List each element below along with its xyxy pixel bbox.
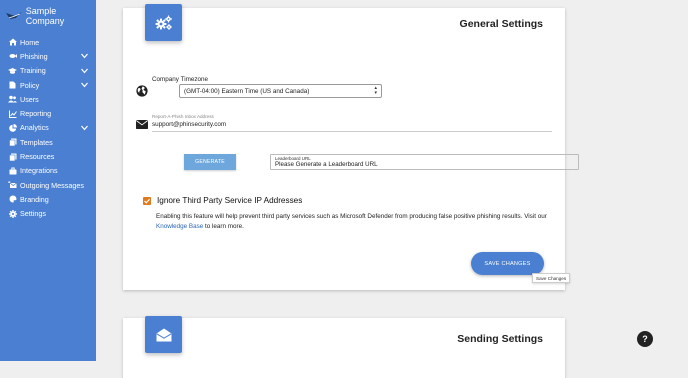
card-title: Sending Settings bbox=[457, 333, 543, 345]
generate-button[interactable]: GENERATE bbox=[184, 154, 236, 170]
knowledge-base-link[interactable]: Knowledge Base bbox=[156, 223, 203, 230]
sidebar-item-label: Reporting bbox=[20, 109, 52, 119]
sidebar-item-users[interactable]: Users bbox=[0, 92, 96, 106]
save-tooltip: Save Changes bbox=[532, 273, 571, 283]
gears-icon bbox=[155, 15, 172, 30]
sidebar-item-label: Users bbox=[20, 94, 39, 104]
save-changes-button[interactable]: SAVE CHANGES bbox=[471, 252, 544, 275]
sidebar: Sample Company Home Phishing Training Po… bbox=[0, 0, 96, 361]
bird-logo-icon bbox=[6, 12, 22, 19]
gear-icon bbox=[8, 209, 17, 218]
sidebar-item-label: Policy bbox=[20, 80, 40, 90]
sidebar-item-label: Branding bbox=[20, 194, 49, 204]
ignore-ip-checkbox[interactable] bbox=[143, 197, 151, 205]
chevron-down-icon bbox=[81, 82, 88, 88]
chart-line-icon bbox=[8, 109, 17, 118]
timezone-select[interactable]: (GMT-04:00) Eastern Time (US and Canada)… bbox=[179, 84, 382, 98]
timezone-value: (GMT-04:00) Eastern Time (US and Canada) bbox=[184, 87, 310, 95]
copy-icon bbox=[8, 152, 17, 161]
sidebar-item-label: Integrations bbox=[20, 166, 58, 176]
report-inbox-label: Report-A-Phish Inbox Address bbox=[152, 114, 214, 119]
chevron-down-icon bbox=[81, 68, 88, 74]
main-content: General Settings Company Timezone (GMT-0… bbox=[96, 0, 688, 378]
chevron-down-icon bbox=[81, 54, 88, 59]
fish-icon bbox=[8, 52, 17, 61]
sidebar-item-label: Settings bbox=[20, 209, 46, 219]
ignore-ip-description: Enabling this feature will help prevent … bbox=[156, 212, 556, 232]
chevron-down-icon bbox=[81, 125, 88, 131]
sidebar-item-label: Resources bbox=[20, 152, 55, 162]
sending-tile bbox=[145, 316, 182, 353]
company-name: Sample Company bbox=[25, 6, 65, 26]
palette-icon bbox=[8, 195, 17, 204]
brand[interactable]: Sample Company bbox=[6, 6, 96, 26]
envelope-icon bbox=[136, 120, 148, 129]
card-title: General Settings bbox=[459, 18, 543, 30]
select-arrows-icon: ▴ ▾ bbox=[374, 85, 377, 96]
sidebar-item-label: Home bbox=[20, 37, 40, 47]
sidebar-item-phishing[interactable]: Phishing bbox=[0, 49, 96, 63]
copy-icon bbox=[8, 138, 17, 147]
sidebar-item-outgoing-messages[interactable]: Outgoing Messages bbox=[0, 178, 96, 192]
file-icon bbox=[8, 81, 17, 90]
ignore-ip-label: Ignore Third Party Service IP Addresses bbox=[157, 196, 303, 205]
leaderboard-url-field[interactable]: Leaderboard URL Please Generate a Leader… bbox=[270, 154, 579, 170]
sidebar-item-templates[interactable]: Templates bbox=[0, 135, 96, 149]
home-icon bbox=[8, 38, 17, 47]
sidebar-nav: Home Phishing Training Policy Users Repo… bbox=[0, 35, 96, 221]
sidebar-item-branding[interactable]: Branding bbox=[0, 192, 96, 206]
sidebar-item-policy[interactable]: Policy bbox=[0, 78, 96, 92]
general-settings-card: General Settings Company Timezone (GMT-0… bbox=[123, 4, 579, 290]
report-inbox-value: support@phinsecurity.com bbox=[152, 121, 227, 128]
report-inbox-field[interactable]: support@phinsecurity.com bbox=[152, 120, 552, 132]
sending-settings-card: Sending Settings bbox=[123, 316, 565, 378]
sidebar-item-label: Analytics bbox=[20, 123, 49, 133]
sidebar-item-reporting[interactable]: Reporting bbox=[0, 106, 96, 120]
mail-bulk-icon bbox=[8, 181, 17, 190]
sidebar-item-settings[interactable]: Settings bbox=[0, 207, 96, 221]
envelope-open-icon bbox=[156, 328, 171, 341]
graduation-cap-icon bbox=[8, 66, 17, 75]
globe-icon bbox=[136, 85, 148, 97]
sidebar-item-integrations[interactable]: Integrations bbox=[0, 164, 96, 178]
users-icon bbox=[8, 95, 17, 104]
checkmark-icon bbox=[144, 198, 151, 204]
leaderboard-url-value: Please Generate a Leaderboard URL bbox=[275, 161, 378, 168]
sidebar-item-resources[interactable]: Resources bbox=[0, 149, 96, 163]
help-button[interactable]: ? bbox=[637, 331, 653, 347]
sidebar-item-training[interactable]: Training bbox=[0, 64, 96, 78]
sidebar-item-home[interactable]: Home bbox=[0, 35, 96, 49]
sidebar-item-analytics[interactable]: Analytics bbox=[0, 121, 96, 135]
sidebar-item-label: Phishing bbox=[20, 51, 48, 61]
briefcase-icon bbox=[8, 166, 17, 175]
description-text-end: to learn more. bbox=[203, 223, 244, 230]
sidebar-item-label: Outgoing Messages bbox=[20, 180, 84, 190]
pie-chart-icon bbox=[8, 123, 17, 132]
sidebar-item-label: Training bbox=[20, 66, 46, 76]
timezone-label: Company Timezone bbox=[152, 76, 208, 83]
settings-tile bbox=[145, 4, 182, 41]
description-text: Enabling this feature will help prevent … bbox=[156, 213, 547, 220]
sidebar-item-label: Templates bbox=[20, 137, 53, 147]
